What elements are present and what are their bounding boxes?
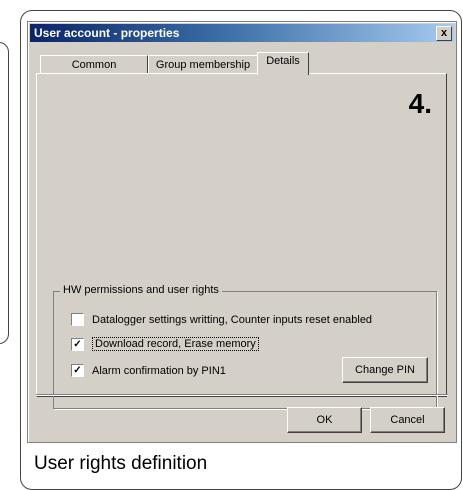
datalogger-label: Datalogger settings writting, Counter in… <box>92 313 373 326</box>
group-title: HW permissions and user rights <box>60 284 222 296</box>
details-panel: 4. HW permissions and user rights Datalo… <box>36 73 447 409</box>
tab-details-label: Details <box>266 55 300 67</box>
permission-row-download[interactable]: ✓ Download record, Erase memory <box>71 337 259 351</box>
cancel-button[interactable]: Cancel <box>370 407 445 433</box>
close-icon: x <box>440 27 448 39</box>
tab-details[interactable]: Details <box>257 52 309 75</box>
change-pin-label: Change PIN <box>355 364 415 376</box>
download-checkbox[interactable]: ✓ <box>71 337 84 351</box>
ok-button[interactable]: OK <box>287 407 362 433</box>
alarm-checkbox[interactable]: ✓ <box>71 364 84 377</box>
change-pin-button[interactable]: Change PIN <box>342 357 428 383</box>
figure-caption: User rights definition <box>34 453 208 474</box>
tab-common-label: Common <box>71 59 117 71</box>
cancel-label: Cancel <box>390 414 425 426</box>
tab-common[interactable]: Common <box>40 55 148 75</box>
step-number: 4. <box>408 88 432 119</box>
footer-separator <box>36 394 448 396</box>
title-bar[interactable]: User account - properties x <box>30 24 454 42</box>
hw-permissions-group: HW permissions and user rights Datalogge… <box>53 284 437 409</box>
user-account-properties-dialog: User account - properties x Common Group… <box>27 21 457 443</box>
permission-row-alarm[interactable]: ✓ Alarm confirmation by PIN1 <box>71 364 226 377</box>
datalogger-checkbox[interactable] <box>71 313 84 326</box>
ok-label: OK <box>316 414 333 426</box>
background-frame-left <box>0 42 9 344</box>
download-label: Download record, Erase memory <box>92 337 259 351</box>
permission-row-datalogger[interactable]: Datalogger settings writting, Counter in… <box>71 313 372 326</box>
tab-group-membership-label: Group membership <box>155 59 251 71</box>
tab-group-membership[interactable]: Group membership <box>148 55 258 75</box>
close-button[interactable]: x <box>436 26 452 41</box>
window-title: User account - properties <box>34 26 180 40</box>
alarm-label: Alarm confirmation by PIN1 <box>92 364 226 377</box>
